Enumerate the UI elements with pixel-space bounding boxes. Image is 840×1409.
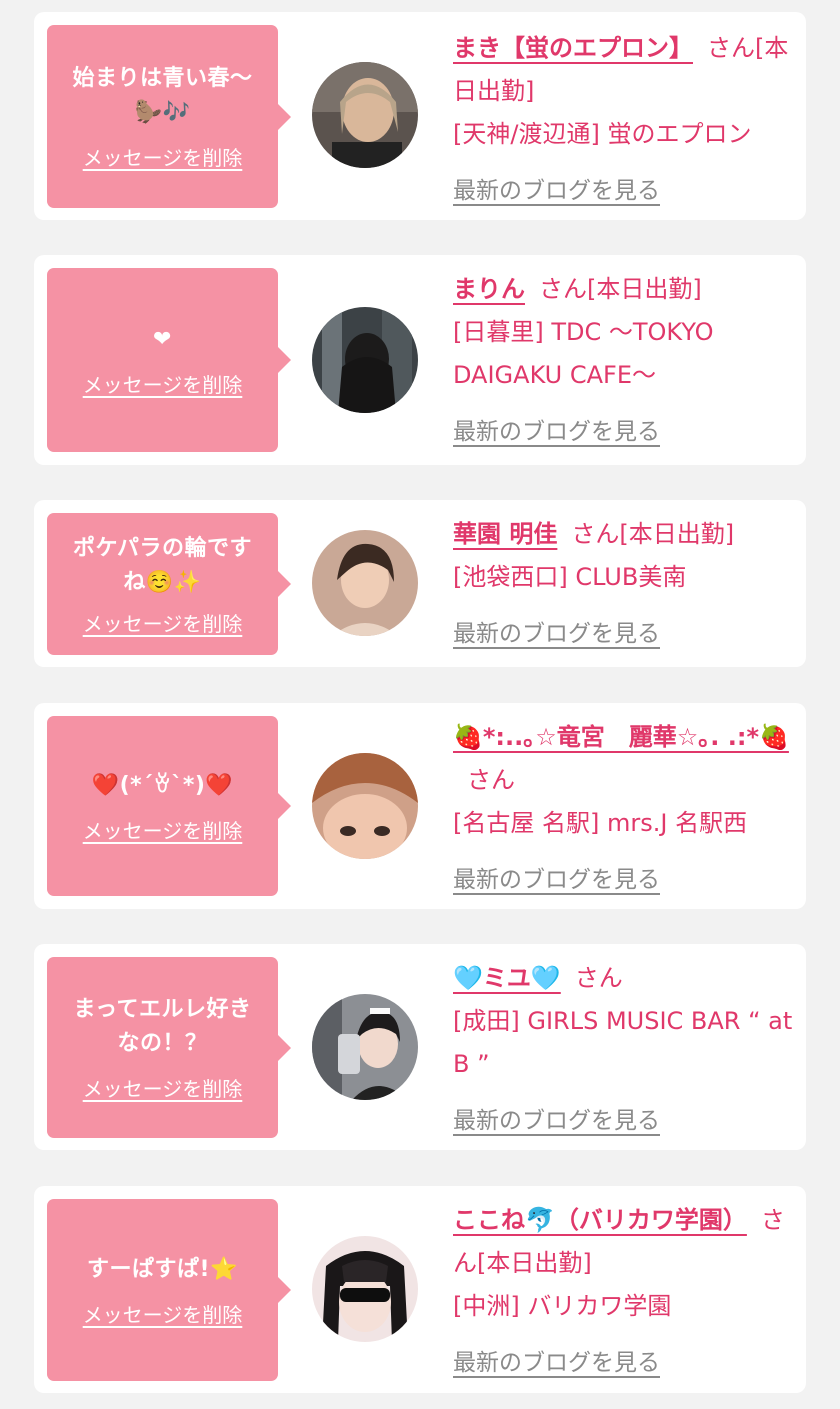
cast-name-link[interactable]: まき【蛍のエプロン】 bbox=[453, 34, 693, 62]
shop-label: [成田] GIRLS MUSIC BAR “ at B ” bbox=[453, 1007, 793, 1078]
shop-label: [天神/渡辺通] 蛍のエプロン bbox=[453, 120, 752, 148]
honorific-label: さん bbox=[571, 520, 620, 548]
cast-card: まってエルレ好き なの！？ メッセージを削除 🩵ミユ🩵 さん [成田] GIRLS… bbox=[34, 944, 806, 1150]
attendance-status: [本日出勤] bbox=[587, 275, 702, 303]
avatar[interactable] bbox=[312, 1236, 418, 1342]
cast-card: ❤️(*´ꈊ`*)❤️ メッセージを削除 🍓*:..｡☆竜宮 麗華☆｡. .:*… bbox=[34, 703, 806, 909]
message-bubble: すーぱすぱ!⭐ メッセージを削除 bbox=[47, 1199, 291, 1381]
cast-card: 始まりは青い春〜 🦫🎶 メッセージを削除 まき【蛍のエプロン】 さん[本日出勤] … bbox=[34, 12, 806, 220]
cast-info: 🍓*:..｡☆竜宮 麗華☆｡. .:*🍓 さん [名古屋 名駅] mrs.J 名駅… bbox=[453, 716, 795, 902]
latest-blog-link[interactable]: 最新のブログを見る bbox=[453, 170, 660, 213]
message-bubble: まってエルレ好き なの！？ メッセージを削除 bbox=[47, 957, 291, 1138]
avatar[interactable] bbox=[312, 753, 418, 859]
cast-info: 華園 明佳 さん[本日出勤] [池袋西口] CLUB美南 最新のブログを見る bbox=[453, 513, 795, 656]
attendance-status: [本日出勤] bbox=[619, 520, 735, 548]
cast-info: まりん さん[本日出勤] [日暮里] TDC 〜TOKYO DAIGAKU CAF… bbox=[453, 268, 795, 454]
latest-blog-link[interactable]: 最新のブログを見る bbox=[453, 859, 660, 902]
avatar[interactable] bbox=[312, 530, 418, 636]
message-bubble: ❤️(*´ꈊ`*)❤️ メッセージを削除 bbox=[47, 716, 291, 896]
cast-card: すーぱすぱ!⭐ メッセージを削除 ここね🐬（バリカワ学園） さん[本日出勤] [中… bbox=[34, 1186, 806, 1393]
message-text: すーぱすぱ!⭐ bbox=[87, 1256, 238, 1282]
avatar[interactable] bbox=[312, 62, 418, 168]
cast-name-link[interactable]: 華園 明佳 bbox=[453, 520, 557, 548]
avatar[interactable] bbox=[312, 994, 418, 1100]
honorific-label: さん bbox=[574, 964, 623, 992]
cast-info: 🩵ミユ🩵 さん [成田] GIRLS MUSIC BAR “ at B ” 最新の… bbox=[453, 957, 795, 1143]
latest-blog-link[interactable]: 最新のブログを見る bbox=[453, 613, 660, 656]
message-text: ❤ bbox=[153, 326, 172, 352]
message-bubble: ❤ メッセージを削除 bbox=[47, 268, 291, 452]
message-text: ポケパラの輪です ね☺️✨ bbox=[72, 535, 253, 595]
delete-message-link[interactable]: メッセージを削除 bbox=[83, 369, 243, 398]
cast-card: ❤ メッセージを削除 まりん さん[本日出勤] [日暮里] TDC 〜TOKYO … bbox=[34, 255, 806, 465]
avatar[interactable] bbox=[312, 307, 418, 413]
shop-label: [池袋西口] CLUB美南 bbox=[453, 563, 687, 591]
latest-blog-link[interactable]: 最新のブログを見る bbox=[453, 1100, 660, 1143]
message-bubble: 始まりは青い春〜 🦫🎶 メッセージを削除 bbox=[47, 25, 291, 208]
shop-label: [中洲] バリカワ学園 bbox=[453, 1292, 672, 1320]
latest-blog-link[interactable]: 最新のブログを見る bbox=[453, 1342, 660, 1385]
honorific-label: さん bbox=[467, 766, 515, 794]
favorites-message-list: 始まりは青い春〜 🦫🎶 メッセージを削除 まき【蛍のエプロン】 さん[本日出勤] … bbox=[0, 0, 840, 1409]
cast-name-link[interactable]: 🍓*:..｡☆竜宮 麗華☆｡. .:*🍓 bbox=[453, 723, 789, 751]
message-text: ❤️(*´ꈊ`*)❤️ bbox=[91, 772, 234, 798]
cast-name-link[interactable]: ここね🐬（バリカワ学園） bbox=[453, 1206, 747, 1234]
cast-name-link[interactable]: 🩵ミユ🩵 bbox=[453, 964, 561, 992]
honorific-label: さん bbox=[707, 34, 755, 62]
latest-blog-link[interactable]: 最新のブログを見る bbox=[453, 411, 660, 454]
cast-card: ポケパラの輪です ね☺️✨ メッセージを削除 華園 明佳 さん[本日出勤] [池袋… bbox=[34, 500, 806, 667]
message-bubble: ポケパラの輪です ね☺️✨ メッセージを削除 bbox=[47, 513, 291, 655]
cast-info: ここね🐬（バリカワ学園） さん[本日出勤] [中洲] バリカワ学園 最新のブログを… bbox=[453, 1199, 795, 1385]
honorific-label: さん bbox=[539, 275, 587, 303]
message-text: 始まりは青い春〜 🦫🎶 bbox=[72, 66, 253, 125]
cast-info: まき【蛍のエプロン】 さん[本日出勤] [天神/渡辺通] 蛍のエプロン 最新のブロ… bbox=[453, 27, 795, 213]
delete-message-link[interactable]: メッセージを削除 bbox=[83, 142, 243, 171]
delete-message-link[interactable]: メッセージを削除 bbox=[83, 608, 243, 637]
shop-label: [日暮里] TDC 〜TOKYO DAIGAKU CAFE〜 bbox=[453, 318, 714, 389]
delete-message-link[interactable]: メッセージを削除 bbox=[83, 1299, 243, 1328]
cast-name-link[interactable]: まりん bbox=[453, 275, 525, 303]
shop-label: [名古屋 名駅] mrs.J 名駅西 bbox=[453, 809, 748, 837]
message-text: まってエルレ好き なの！？ bbox=[73, 997, 252, 1056]
delete-message-link[interactable]: メッセージを削除 bbox=[83, 815, 243, 844]
delete-message-link[interactable]: メッセージを削除 bbox=[83, 1073, 243, 1102]
attendance-status: [本日出勤] bbox=[477, 1249, 592, 1277]
